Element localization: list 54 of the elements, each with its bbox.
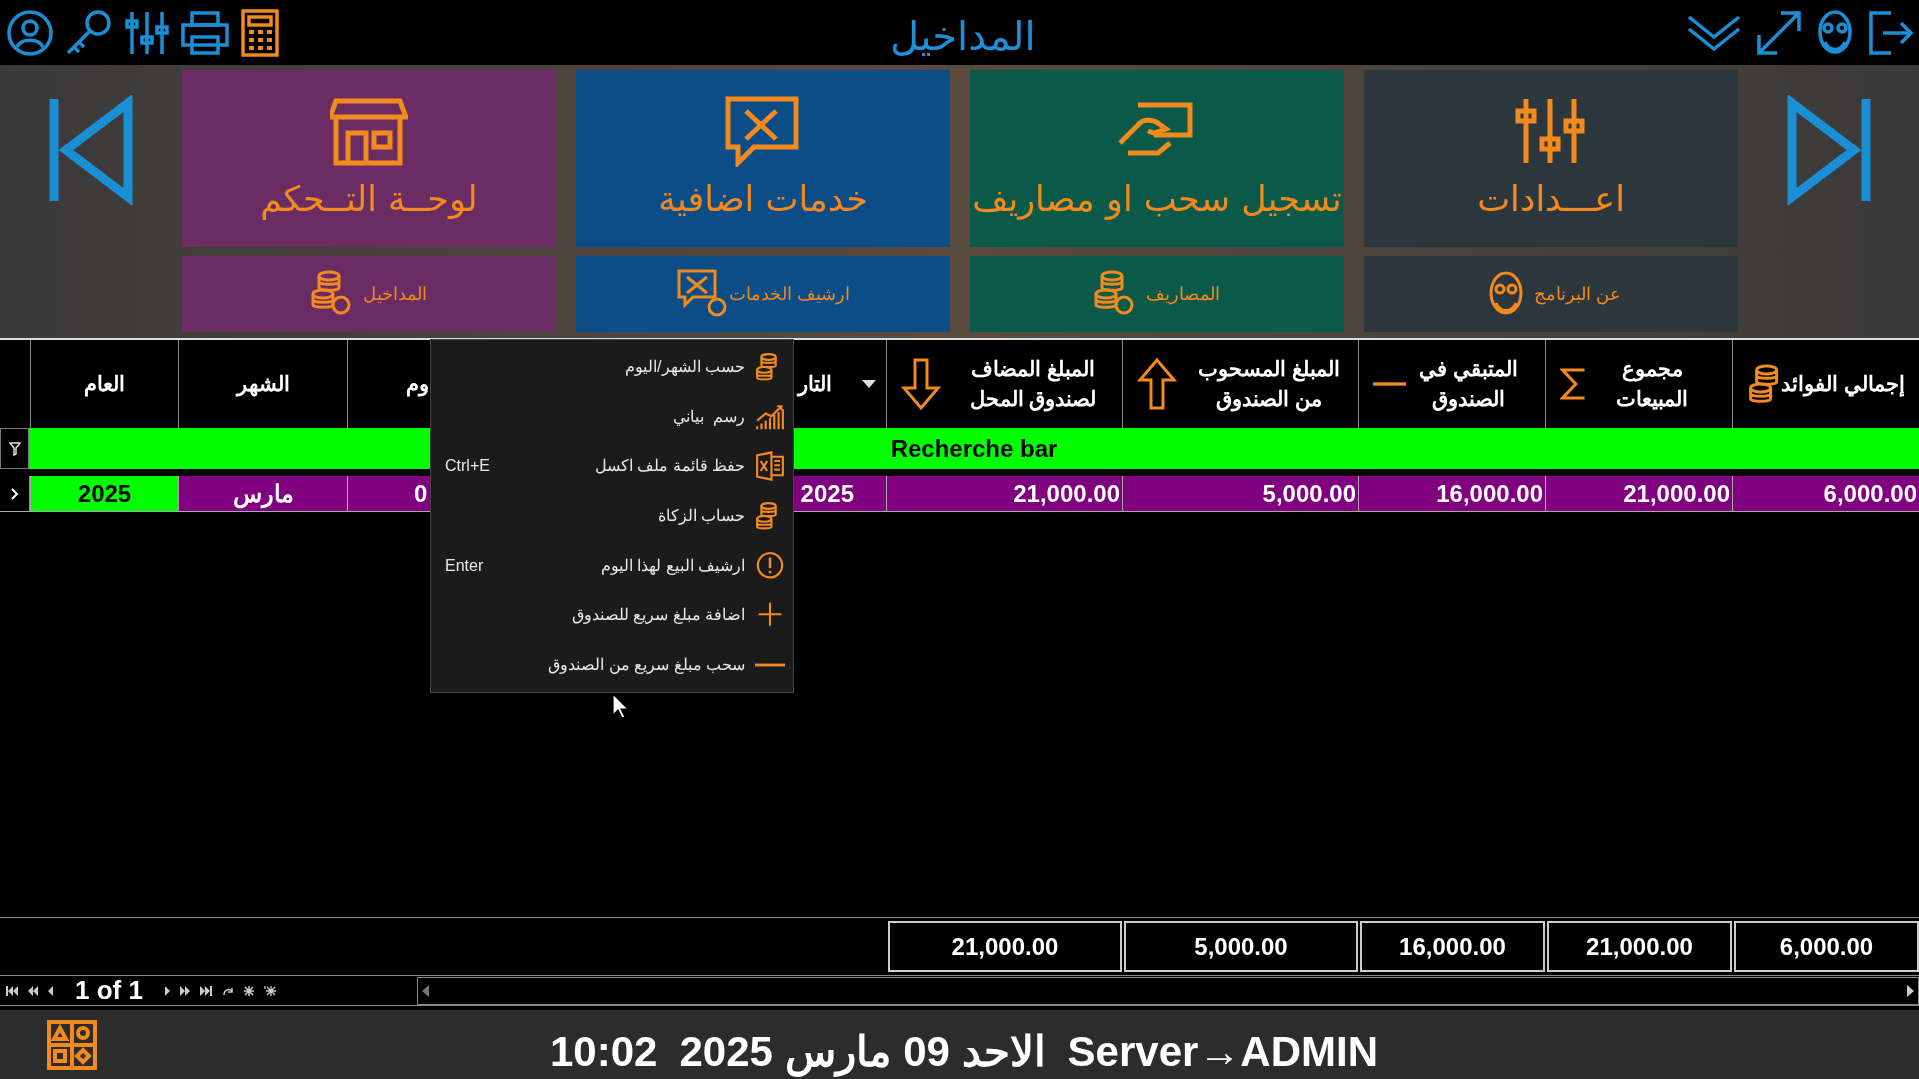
total-cell: 6,000.00 (1734, 921, 1919, 972)
horizontal-scrollbar[interactable] (417, 976, 1919, 1005)
last-page-icon[interactable] (199, 985, 212, 996)
first-page-icon[interactable] (6, 985, 18, 996)
menu-tile[interactable]: اعـــدادات (1364, 70, 1738, 247)
table-cell: 16,000.00 (1358, 476, 1545, 511)
table-cell: مارس (178, 476, 347, 511)
table-cell: 2025 (30, 476, 178, 511)
new-record-icon[interactable] (243, 985, 254, 996)
new-record-copy-icon[interactable] (263, 985, 276, 996)
refresh-icon[interactable] (221, 985, 234, 996)
filter-icon[interactable] (8, 441, 21, 456)
logout-icon[interactable] (1867, 8, 1913, 57)
current-date: الاحد 09 مارس 2025 (679, 1027, 1046, 1079)
total-cell: 16,000.00 (1360, 921, 1545, 972)
exclamation-icon (755, 550, 785, 581)
menu-item[interactable]: حسب الشهر/اليوم (431, 342, 793, 392)
user-icon[interactable] (6, 8, 54, 57)
previous-row-icon[interactable] (48, 985, 53, 996)
arrow-up-icon (1137, 358, 1177, 410)
arrow-down-icon (901, 358, 941, 410)
user-label: Server→ADMIN (1067, 1027, 1379, 1077)
table-cell: 6,000.00 (1732, 476, 1919, 511)
caret-down-icon[interactable] (862, 380, 876, 388)
minus-icon (1373, 380, 1407, 388)
scroll-left-icon[interactable] (422, 984, 430, 997)
total-cell: 5,000.00 (1124, 921, 1358, 972)
current-row-icon (11, 487, 19, 500)
next-page-icon[interactable] (179, 985, 190, 996)
calculator-icon[interactable] (240, 7, 280, 58)
menu-tile[interactable]: المداخيل (182, 256, 556, 332)
table-cell: 21,000.00 (886, 476, 1122, 511)
grid-icon[interactable] (46, 1018, 98, 1071)
mouse-cursor-icon (612, 693, 630, 719)
previous-page-icon[interactable] (28, 985, 38, 996)
total-cell: 21,000.00 (888, 921, 1122, 972)
table-cell: 21,000.00 (1545, 476, 1732, 511)
next-row-icon[interactable] (164, 985, 170, 996)
expand-icon[interactable] (1755, 8, 1803, 57)
menu-tile[interactable]: عن البرنامج (1364, 256, 1738, 332)
total-cell: 21,000.00 (1547, 921, 1732, 972)
key-icon[interactable] (64, 8, 114, 57)
minus-icon (755, 663, 785, 668)
table-cell: 5,000.00 (1122, 476, 1358, 511)
spreadsheet-icon (755, 451, 785, 482)
clock-time: 10:02 (550, 1027, 658, 1077)
page-indicator: 1 of 1 (75, 974, 143, 1007)
coins-icon (1747, 363, 1781, 405)
printer-icon[interactable] (180, 8, 230, 57)
menu-item[interactable]: سحب مبلغ سريع من الصندوق (431, 640, 793, 691)
menu-item[interactable]: اضافة مبلغ سريع للصندوق (431, 590, 793, 641)
window-title: المداخيل (890, 12, 1036, 61)
scroll-right-icon[interactable] (1906, 984, 1914, 997)
menu-tile[interactable]: لوحــة التــحكم (182, 70, 556, 247)
